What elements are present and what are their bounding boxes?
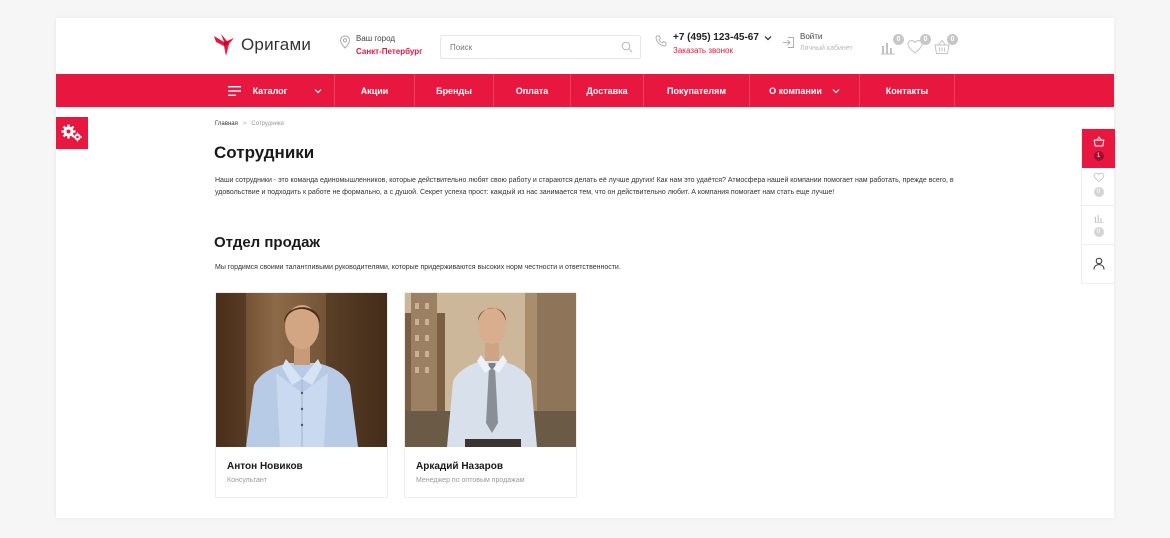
nav-item-about[interactable]: О компании bbox=[750, 74, 860, 107]
nav-item-payment[interactable]: Оплата bbox=[494, 74, 571, 107]
employee-card[interactable]: Антон Новиков Консультант bbox=[215, 292, 388, 498]
search-input[interactable] bbox=[441, 36, 611, 58]
city-label: Ваш город bbox=[356, 34, 396, 43]
page-title: Сотрудники bbox=[214, 143, 315, 162]
city-selector[interactable]: Ваш город Санкт-Петербург bbox=[339, 33, 423, 57]
nav-item-customers[interactable]: Покупателям bbox=[644, 74, 750, 107]
login-icon bbox=[783, 37, 794, 48]
nav-label-contacts: Контакты bbox=[885, 85, 929, 96]
favorites-button[interactable]: 0 bbox=[907, 34, 931, 55]
search-icon[interactable] bbox=[621, 41, 633, 53]
callback-link[interactable]: Заказать звонок bbox=[673, 46, 772, 55]
nav-label-payment: Оплата bbox=[515, 85, 549, 96]
heart-icon bbox=[1093, 172, 1104, 183]
side-cart-button[interactable]: 1 bbox=[1082, 129, 1115, 168]
nav-item-catalog[interactable]: Каталог bbox=[216, 74, 335, 107]
employee-name: Аркадий Назаров bbox=[416, 461, 503, 472]
nav-label-brands: Бренды bbox=[436, 85, 472, 96]
header-icons: 0 0 0 bbox=[880, 34, 961, 55]
side-favorites-count: 0 bbox=[1093, 187, 1104, 197]
side-cart-count: 1 bbox=[1093, 151, 1104, 161]
nav-label-delivery: Доставка bbox=[586, 85, 628, 96]
logo-text: Оригами bbox=[241, 35, 312, 54]
chevron-down-icon bbox=[832, 88, 840, 93]
side-divider bbox=[1082, 205, 1115, 206]
location-pin-icon bbox=[339, 35, 351, 49]
employee-photo bbox=[405, 293, 576, 447]
section-title: Отдел продаж bbox=[214, 234, 321, 251]
nav-item-delivery[interactable]: Доставка bbox=[571, 74, 644, 107]
cabinet-label: Личный кабинет bbox=[800, 45, 853, 52]
phone-dropdown[interactable]: +7 (495) 123-45-67 bbox=[673, 32, 772, 43]
employee-role: Менеджер по оптовым продажам bbox=[416, 477, 525, 484]
phone-block: +7 (495) 123-45-67 Заказать звонок bbox=[655, 32, 772, 55]
compare-button[interactable]: 0 bbox=[880, 34, 904, 55]
phone-number: +7 (495) 123-45-67 bbox=[673, 32, 759, 43]
phone-icon bbox=[655, 35, 667, 47]
user-icon bbox=[1093, 257, 1104, 270]
compare-icon bbox=[1093, 214, 1104, 223]
employee-photo bbox=[216, 293, 387, 447]
side-account-button[interactable] bbox=[1082, 257, 1115, 270]
breadcrumb: Главная > Сотрудники bbox=[215, 121, 284, 127]
nav-label-about: О компании bbox=[769, 85, 822, 96]
gears-icon bbox=[61, 124, 82, 142]
breadcrumb-home[interactable]: Главная bbox=[215, 121, 238, 127]
search-box bbox=[440, 35, 641, 59]
login-link[interactable]: Войти bbox=[800, 32, 853, 41]
side-compare-count: 0 bbox=[1093, 227, 1104, 237]
main-nav: Каталог Акции Бренды Оплата Доставка Пок… bbox=[56, 74, 1114, 107]
menu-icon bbox=[227, 85, 241, 96]
header: Оригами Ваш город Санкт-Петербург Поиск … bbox=[56, 18, 1114, 74]
logo[interactable]: Оригами bbox=[213, 33, 311, 57]
nav-item-promotions[interactable]: Акции bbox=[335, 74, 415, 107]
settings-button[interactable] bbox=[56, 117, 88, 149]
basket-icon bbox=[1093, 136, 1104, 147]
employee-name: Антон Новиков bbox=[227, 461, 303, 472]
side-divider bbox=[1082, 244, 1115, 245]
employee-role: Консультант bbox=[227, 477, 267, 484]
nav-item-brands[interactable]: Бренды bbox=[415, 74, 494, 107]
page: Оригами Ваш город Санкт-Петербург Поиск … bbox=[56, 18, 1114, 518]
city-value[interactable]: Санкт-Петербург bbox=[356, 46, 423, 57]
employee-card[interactable]: Аркадий Назаров Менеджер по оптовым прод… bbox=[404, 292, 577, 498]
side-panel: 1 0 0 bbox=[1081, 128, 1115, 284]
section-subtitle: Мы гордимся своими талантливыми руководи… bbox=[215, 264, 621, 271]
chevron-down-icon bbox=[315, 88, 322, 93]
side-favorites-button[interactable]: 0 bbox=[1082, 172, 1115, 197]
nav-label-catalog: Каталог bbox=[252, 85, 288, 96]
breadcrumb-current: Сотрудники bbox=[251, 121, 284, 127]
compare-count-badge: 0 bbox=[893, 34, 904, 45]
nav-label-customers: Покупателям bbox=[667, 85, 726, 96]
side-compare-button[interactable]: 0 bbox=[1082, 212, 1115, 237]
intro-text: Наши сотрудники - это команда единомышле… bbox=[215, 177, 954, 196]
login-block[interactable]: Войти Личный кабинет bbox=[782, 32, 853, 52]
nav-label-promotions: Акции bbox=[360, 85, 389, 96]
favorites-count-badge: 0 bbox=[920, 34, 931, 45]
cart-button[interactable]: 0 bbox=[934, 34, 958, 55]
chevron-down-icon bbox=[764, 35, 772, 40]
cart-count-badge: 0 bbox=[947, 34, 958, 45]
nav-item-contacts[interactable]: Контакты bbox=[860, 74, 955, 107]
bird-logo-icon bbox=[214, 34, 234, 56]
breadcrumb-separator: > bbox=[242, 121, 247, 127]
